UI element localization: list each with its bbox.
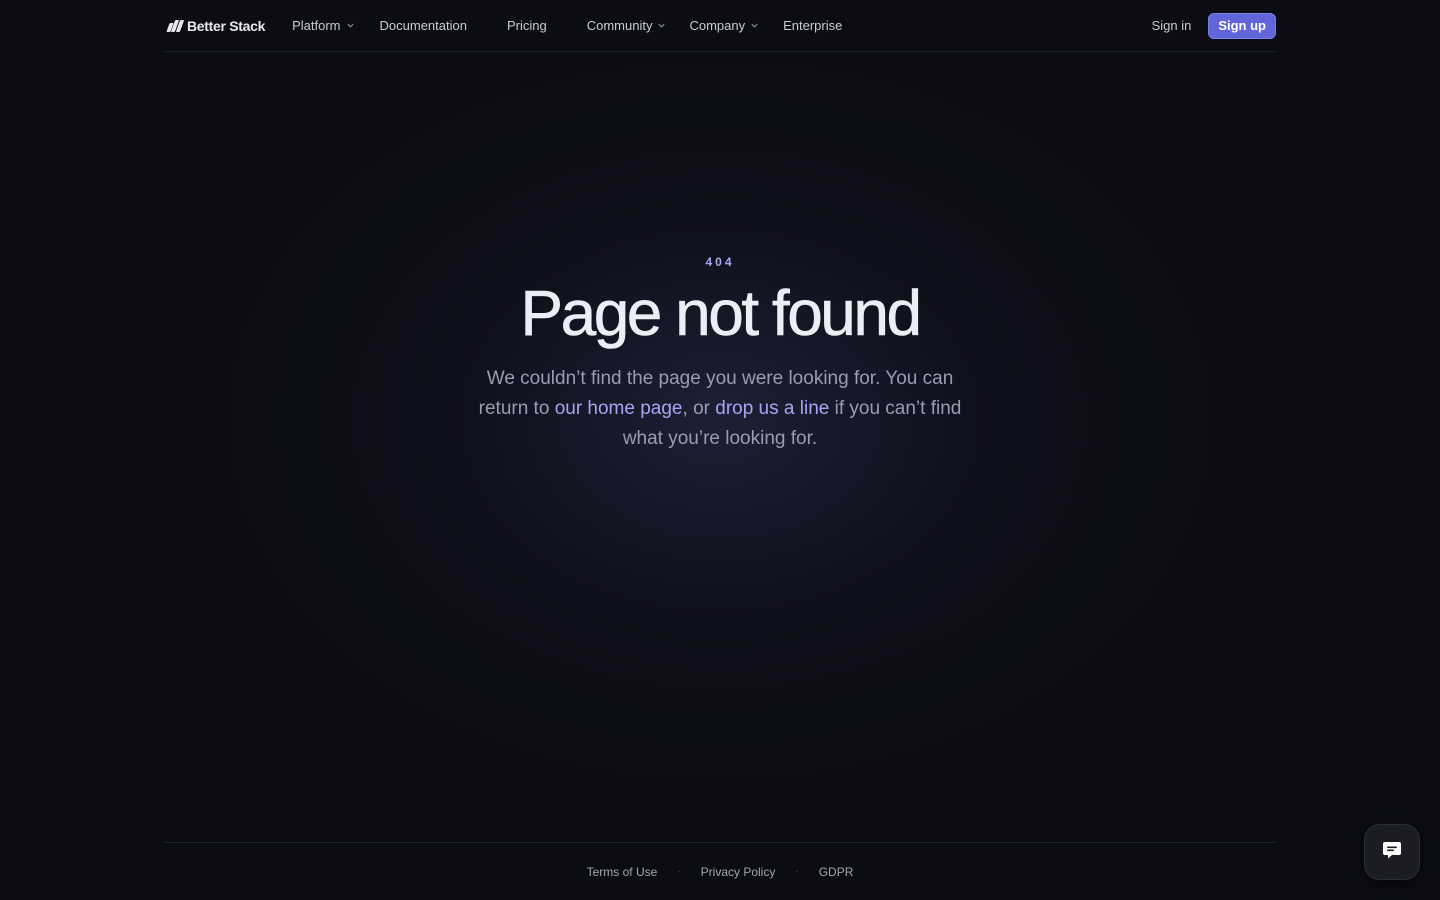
privacy-link[interactable]: Privacy Policy [701, 865, 776, 879]
better-stack-logo-icon [166, 19, 185, 32]
chevron-down-icon [657, 21, 666, 30]
top-nav: Better Stack Platform Documentation Pric… [164, 0, 1276, 52]
sign-up-button[interactable]: Sign up [1208, 12, 1276, 39]
main-nav: Platform Documentation Pricing Community… [292, 18, 842, 33]
contact-link[interactable]: drop us a line [715, 398, 829, 419]
nav-enterprise[interactable]: Enterprise [783, 18, 842, 33]
gdpr-link[interactable]: GDPR [819, 865, 854, 879]
nav-company[interactable]: Company [689, 18, 759, 33]
brand-logo[interactable]: Better Stack [166, 17, 266, 34]
footer: Terms of Use · Privacy Policy · GDPR [164, 842, 1276, 900]
auth-actions: Sign in Sign up [1152, 12, 1276, 39]
nav-enterprise-label: Enterprise [783, 18, 843, 33]
error-code: 404 [705, 255, 735, 269]
error-description: We couldn’t find the page you were looki… [470, 364, 970, 454]
footer-separator: · [677, 866, 681, 877]
brand-name: Better Stack [187, 17, 266, 34]
nav-community[interactable]: Community [587, 18, 667, 33]
nav-platform-label: Platform [292, 18, 341, 33]
chevron-down-icon [750, 21, 759, 30]
sign-in-link[interactable]: Sign in [1152, 18, 1192, 33]
page: Better Stack Platform Documentation Pric… [0, 0, 1440, 900]
nav-documentation[interactable]: Documentation [380, 18, 467, 33]
chevron-down-icon [346, 21, 355, 30]
desc-text-2: , or [682, 398, 716, 419]
chat-bubble-icon [1380, 838, 1404, 867]
terms-link[interactable]: Terms of Use [587, 865, 658, 879]
nav-pricing-label: Pricing [506, 18, 547, 33]
nav-pricing[interactable]: Pricing [507, 18, 547, 33]
nav-company-label: Company [689, 18, 746, 33]
nav-community-label: Community [586, 18, 653, 33]
footer-separator: · [795, 866, 799, 877]
chat-button[interactable] [1364, 824, 1420, 880]
nav-documentation-label: Documentation [379, 18, 467, 33]
page-title: Page not found [520, 277, 922, 350]
nav-platform[interactable]: Platform [292, 18, 354, 33]
home-page-link[interactable]: our home page [555, 398, 683, 419]
